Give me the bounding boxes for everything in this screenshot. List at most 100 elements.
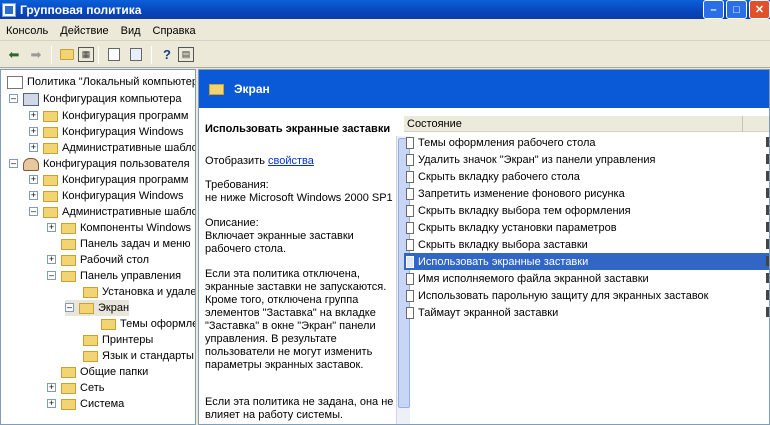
tree-node-themes[interactable]: Темы оформления	[101, 316, 195, 332]
folder-icon	[61, 222, 76, 234]
setting-row[interactable]: Использовать экранные заставки	[404, 253, 769, 270]
minimize-button[interactable]: –	[703, 0, 724, 19]
up-folder-icon[interactable]	[56, 44, 78, 66]
folder-icon	[43, 142, 58, 154]
folder-icon	[61, 254, 76, 266]
setting-state-marker	[766, 222, 769, 232]
setting-row[interactable]: Скрыть вкладку выбора заставки	[404, 236, 769, 253]
menu-bar: Консоль Действие Вид Справка	[0, 21, 770, 41]
setting-label: Скрыть вкладку установки параметров	[418, 221, 617, 234]
column-header-extra[interactable]	[742, 116, 769, 132]
tree-node-windows-components[interactable]: + Компоненты Windows	[47, 220, 191, 236]
tree-node-taskbar-start-menu[interactable]: Панель задач и меню	[47, 236, 191, 252]
folder-icon	[43, 174, 58, 186]
collapse-icon[interactable]: –	[9, 94, 18, 103]
tree-node-control-panel[interactable]: – Панель управления	[47, 268, 181, 284]
folder-icon	[43, 110, 58, 122]
setting-row[interactable]: Темы оформления рабочего стола	[404, 134, 769, 151]
setting-label: Скрыть вкладку рабочего стола	[418, 170, 580, 183]
folder-icon	[61, 398, 76, 410]
setting-row[interactable]: Скрыть вкладку установки параметров	[404, 219, 769, 236]
column-header-state[interactable]: Состояние	[404, 118, 462, 130]
folder-icon	[101, 318, 116, 330]
tree-node-windows-settings[interactable]: + Конфигурация Windows	[29, 188, 184, 204]
expand-icon[interactable]: +	[29, 175, 38, 184]
expand-icon[interactable]: +	[29, 111, 38, 120]
setting-state-marker	[766, 307, 769, 317]
tree-node-system[interactable]: + Система	[47, 396, 124, 412]
back-arrow-icon[interactable]: ⬅	[3, 44, 25, 66]
tree-pane: Политика "Локальный компьютер" – Конфигу…	[0, 69, 196, 425]
tree-node-regional-options[interactable]: Язык и стандарты	[83, 348, 194, 364]
window-controls: – □ ✕	[701, 0, 770, 19]
export-list-icon[interactable]	[125, 44, 147, 66]
toolbar-separator	[98, 45, 99, 64]
collapse-icon[interactable]: –	[9, 159, 18, 168]
description-text: Описание: Включает экранные заставки раб…	[205, 217, 354, 255]
tree-node-windows-settings[interactable]: + Конфигурация Windows	[29, 124, 184, 140]
folder-icon	[43, 206, 58, 218]
group-policy-icon	[2, 2, 16, 17]
close-button[interactable]: ✕	[749, 0, 770, 19]
setting-label: Использовать экранные заставки	[418, 255, 589, 268]
expand-icon[interactable]: +	[29, 191, 38, 200]
properties-icon[interactable]	[103, 44, 125, 66]
description-paragraph-1: Если эта политика отключена, экранные за…	[205, 268, 387, 371]
setting-row[interactable]: Таймаут экранной заставки	[404, 304, 769, 321]
help-icon[interactable]: ?	[156, 44, 178, 66]
tree-node-network[interactable]: + Сеть	[47, 380, 104, 396]
tree-node-desktop[interactable]: + Рабочий стол	[47, 252, 149, 268]
forward-arrow-icon[interactable]: ➡	[25, 44, 47, 66]
setting-row[interactable]: Запретить изменение фонового рисунка	[404, 185, 769, 202]
settings-list: Состояние Темы оформления рабочего стола…	[404, 108, 769, 424]
menu-console[interactable]: Консоль	[0, 25, 54, 37]
folder-icon	[83, 334, 98, 346]
setting-icon	[406, 221, 414, 234]
setting-row[interactable]: Удалить значок "Экран" из панели управле…	[404, 151, 769, 168]
show-hide-tree-icon[interactable]: ▦	[78, 47, 94, 62]
tree-node-user-config[interactable]: – Конфигурация пользователя	[9, 156, 190, 172]
setting-row[interactable]: Использовать парольную защиту для экранн…	[404, 287, 769, 304]
properties-link[interactable]: свойства	[268, 155, 314, 167]
tree-node-software-settings[interactable]: + Конфигурация программ	[29, 108, 188, 124]
window-title: Групповая политика	[20, 2, 142, 17]
expand-icon[interactable]: +	[29, 143, 38, 152]
tree-node-display[interactable]: – Экран	[65, 300, 130, 316]
setting-icon	[406, 272, 414, 285]
folder-icon	[61, 270, 76, 282]
expand-icon[interactable]: +	[47, 223, 56, 232]
setting-row[interactable]: Имя исполняемого файла экранной заставки	[404, 270, 769, 287]
setting-icon	[406, 238, 414, 251]
show-hide-description-icon[interactable]: ▤	[178, 47, 194, 62]
computer-icon	[23, 92, 39, 106]
setting-row[interactable]: Скрыть вкладку выбора тем оформления	[404, 202, 769, 219]
setting-row[interactable]: Скрыть вкладку рабочего стола	[404, 168, 769, 185]
collapse-icon[interactable]: –	[65, 303, 74, 312]
expand-icon[interactable]: +	[47, 399, 56, 408]
setting-label: Имя исполняемого файла экранной заставки	[418, 272, 649, 285]
menu-action[interactable]: Действие	[54, 25, 114, 37]
tree-node-computer-config[interactable]: – Конфигурация компьютера	[9, 91, 181, 107]
menu-help[interactable]: Справка	[147, 25, 202, 37]
tree-node-add-remove-programs[interactable]: Установка и удаление	[83, 284, 195, 300]
setting-state-marker	[766, 154, 769, 164]
open-folder-icon	[79, 302, 94, 314]
tree-node-software-settings[interactable]: + Конфигурация программ	[29, 172, 188, 188]
setting-icon	[406, 204, 414, 217]
tree-node-admin-templates[interactable]: + Административные шаблоны	[29, 140, 195, 156]
setting-state-marker	[766, 188, 769, 198]
menu-view[interactable]: Вид	[115, 25, 147, 37]
tree-node-printers[interactable]: Принтеры	[83, 332, 153, 348]
tree-node-shared-folders[interactable]: Общие папки	[61, 364, 148, 380]
collapse-icon[interactable]: –	[29, 207, 38, 216]
tree-root[interactable]: Политика "Локальный компьютер"	[7, 74, 195, 90]
maximize-button[interactable]: □	[726, 0, 747, 19]
tree-node-admin-templates[interactable]: – Административные шаблоны	[29, 204, 195, 220]
expand-icon[interactable]: +	[47, 383, 56, 392]
expand-icon[interactable]: +	[47, 255, 56, 264]
description-panel: Использовать экранные заставки Отобразит…	[199, 108, 404, 424]
setting-state-marker	[766, 290, 769, 300]
toolbar-separator	[151, 45, 152, 64]
collapse-icon[interactable]: –	[47, 271, 56, 280]
expand-icon[interactable]: +	[29, 127, 38, 136]
